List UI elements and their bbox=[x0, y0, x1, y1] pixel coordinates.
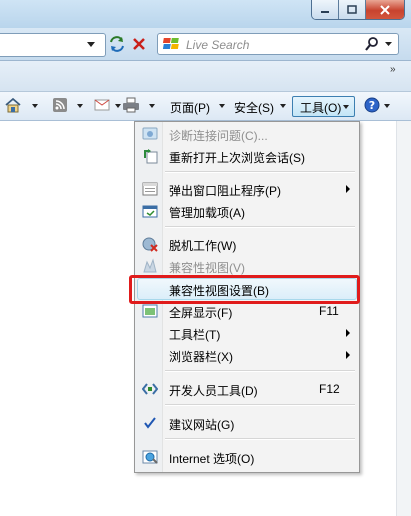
print-icon[interactable] bbox=[122, 97, 140, 113]
menu-separator bbox=[165, 171, 355, 173]
safety-dropdown-icon[interactable] bbox=[280, 104, 286, 108]
menu-item-developer-tools[interactable]: 开发人员工具(D) F12 bbox=[137, 378, 357, 400]
home-dropdown-icon[interactable] bbox=[32, 104, 38, 108]
window-controls bbox=[311, 0, 405, 20]
menu-item-compatibility-view: 兼容性视图(V) bbox=[137, 255, 357, 277]
mail-dropdown-icon[interactable] bbox=[115, 104, 121, 108]
menu-separator bbox=[165, 370, 355, 372]
work-offline-icon bbox=[142, 237, 158, 252]
page-menu-button[interactable]: 页面(P) bbox=[170, 99, 210, 116]
minimize-icon bbox=[321, 10, 329, 13]
menu-item-diagnose-connection: 诊断连接问题(C)... bbox=[137, 123, 357, 145]
manage-addons-icon bbox=[142, 205, 158, 218]
page-dropdown-icon[interactable] bbox=[219, 104, 225, 108]
submenu-arrow-icon bbox=[346, 185, 350, 193]
full-screen-icon bbox=[142, 304, 158, 318]
chevron-right-icon[interactable]: » bbox=[390, 64, 396, 75]
help-dropdown-icon[interactable] bbox=[384, 104, 390, 108]
safety-menu-button[interactable]: 安全(S) bbox=[234, 99, 274, 116]
checkmark-icon bbox=[144, 417, 156, 429]
internet-options-icon bbox=[142, 450, 158, 464]
print-dropdown-icon[interactable] bbox=[149, 104, 155, 108]
mail-icon[interactable] bbox=[94, 99, 110, 111]
compatibility-view-icon bbox=[143, 258, 157, 273]
menu-item-manage-addons[interactable]: 管理加载项(A) bbox=[137, 200, 357, 222]
submenu-arrow-icon bbox=[346, 329, 350, 337]
menu-item-popup-blocker[interactable]: 弹出窗口阻止程序(P) bbox=[137, 178, 357, 200]
menu-item-internet-options[interactable]: Internet 选项(O) bbox=[137, 446, 357, 468]
feeds-dropdown-icon[interactable] bbox=[77, 104, 83, 108]
menu-item-reopen-session[interactable]: 重新打开上次浏览会话(S) bbox=[137, 145, 357, 167]
menu-item-toolbars[interactable]: 工具栏(T) bbox=[137, 322, 357, 344]
tools-dropdown-icon bbox=[343, 105, 349, 109]
help-icon[interactable]: ? bbox=[364, 97, 380, 113]
menu-separator bbox=[165, 438, 355, 440]
maximize-button[interactable] bbox=[339, 0, 366, 19]
tools-menu-label: 工具(O) bbox=[300, 101, 342, 115]
maximize-icon bbox=[347, 5, 357, 14]
close-window-button[interactable] bbox=[366, 0, 404, 19]
menu-item-suggested-sites[interactable]: 建议网站(G) bbox=[137, 412, 357, 434]
developer-tools-icon bbox=[142, 383, 158, 395]
search-dropdown-icon[interactable] bbox=[385, 42, 392, 46]
svg-text:?: ? bbox=[369, 99, 375, 112]
reopen-session-icon bbox=[144, 149, 158, 164]
diagnose-icon bbox=[142, 127, 158, 140]
tools-menu-button[interactable]: 工具(O) bbox=[292, 96, 355, 117]
minimize-button[interactable] bbox=[312, 0, 339, 19]
close-icon bbox=[380, 4, 390, 15]
menu-separator bbox=[165, 226, 355, 228]
menu-separator bbox=[165, 404, 355, 406]
search-input[interactable]: Live Search bbox=[186, 38, 249, 52]
search-box[interactable]: Live Search bbox=[157, 33, 399, 55]
home-icon[interactable] bbox=[4, 97, 22, 113]
stop-icon[interactable] bbox=[132, 37, 146, 51]
search-icon[interactable] bbox=[365, 37, 379, 51]
vertical-scrollbar[interactable] bbox=[396, 121, 411, 516]
feeds-icon[interactable] bbox=[52, 97, 68, 113]
refresh-icon[interactable] bbox=[108, 36, 126, 52]
tab-strip bbox=[0, 61, 411, 92]
popup-blocker-icon bbox=[142, 182, 158, 196]
menu-item-explorer-bars[interactable]: 浏览器栏(X) bbox=[137, 344, 357, 366]
menu-item-work-offline[interactable]: 脱机工作(W) bbox=[137, 233, 357, 255]
address-dropdown-icon[interactable] bbox=[87, 42, 95, 47]
windows-live-icon bbox=[163, 38, 179, 49]
highlight-callout-box bbox=[129, 275, 360, 304]
submenu-arrow-icon bbox=[346, 351, 350, 359]
